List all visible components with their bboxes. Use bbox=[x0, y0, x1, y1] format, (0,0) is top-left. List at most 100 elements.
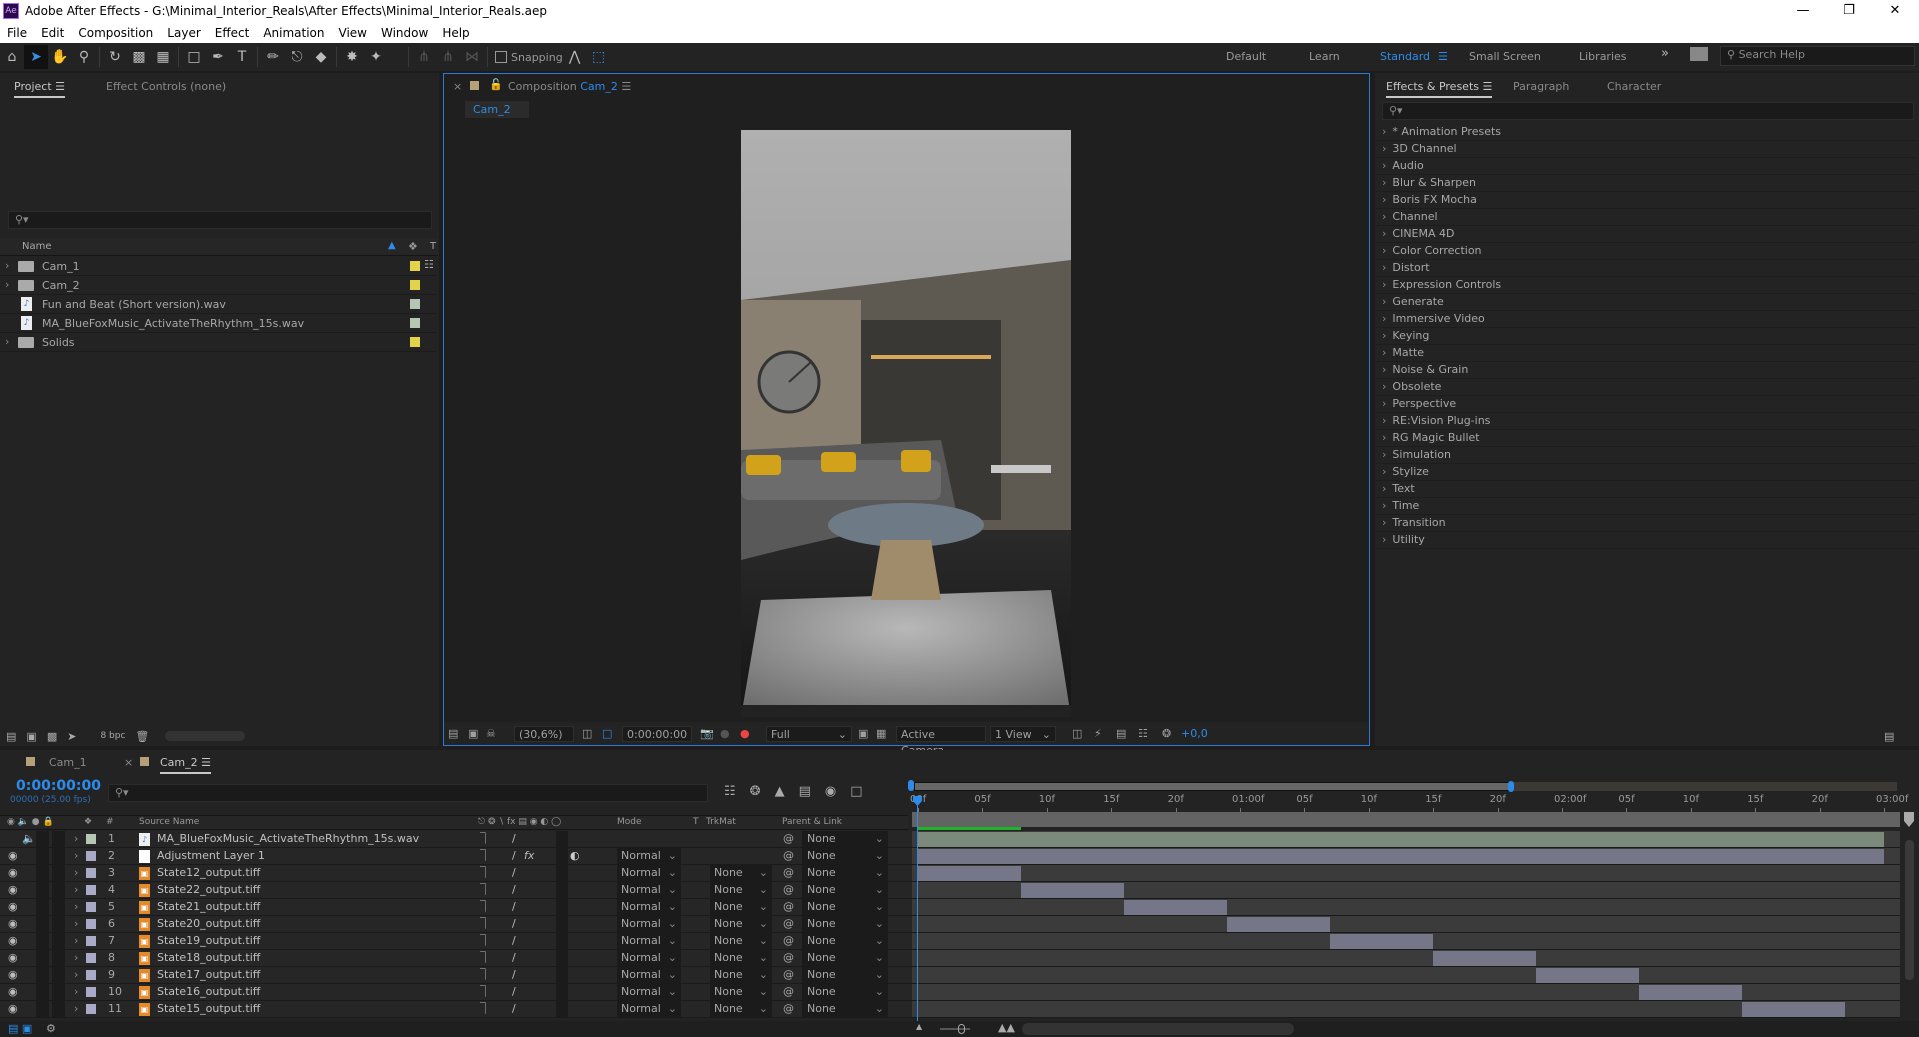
layer-name[interactable]: State17_output.tiff bbox=[157, 967, 260, 983]
pan-behind-tool-icon[interactable]: ▦ bbox=[151, 45, 175, 69]
reset-exposure-icon[interactable]: ❂ bbox=[1162, 726, 1171, 742]
layer-name[interactable]: State18_output.tiff bbox=[157, 950, 260, 966]
lock-toggle[interactable] bbox=[52, 950, 65, 966]
trkmat-dropdown[interactable]: None ⌄ bbox=[710, 882, 772, 898]
expand-chevron-icon[interactable]: › bbox=[1382, 482, 1386, 495]
tab-cam2[interactable]: Cam_2 ☰ bbox=[160, 756, 211, 774]
label-color[interactable] bbox=[410, 337, 420, 347]
expand-chevron-icon[interactable]: › bbox=[1382, 431, 1386, 444]
label-color[interactable] bbox=[410, 261, 420, 271]
restore-icon[interactable]: ❐ bbox=[1826, 0, 1872, 22]
quality-switch-icon[interactable]: / bbox=[512, 899, 516, 915]
selection-tool-icon[interactable]: ➤ bbox=[24, 45, 48, 69]
effect-category[interactable]: › Blur & Sharpen bbox=[1376, 175, 1916, 192]
lock-toggle[interactable] bbox=[52, 831, 65, 847]
new-composition-icon[interactable]: ▩ bbox=[47, 730, 57, 743]
menu-view[interactable]: View bbox=[332, 26, 374, 40]
expand-chevron-icon[interactable]: › bbox=[1382, 380, 1386, 393]
label-color[interactable] bbox=[86, 987, 96, 997]
tab-paragraph[interactable]: Paragraph bbox=[1513, 80, 1569, 93]
project-item[interactable]: ♪ Fun and Beat (Short version).wav bbox=[0, 295, 436, 314]
quality-switch-icon[interactable]: / bbox=[512, 865, 516, 881]
workspace-small-screen[interactable]: Small Screen bbox=[1469, 50, 1541, 63]
expand-chevron-icon[interactable]: › bbox=[1382, 142, 1386, 155]
camera-dropdown[interactable]: Active Camera⌄ bbox=[896, 726, 986, 757]
expand-chevron-icon[interactable]: › bbox=[1382, 465, 1386, 478]
rotate-tool-icon[interactable]: ↻ bbox=[103, 45, 127, 69]
layer-duration-bar[interactable] bbox=[1639, 985, 1743, 1000]
expand-chevron-icon[interactable]: › bbox=[1382, 363, 1386, 376]
menu-animation[interactable]: Animation bbox=[256, 26, 331, 40]
expand-chevron-icon[interactable]: › bbox=[1382, 176, 1386, 189]
motion-blur-switch[interactable] bbox=[556, 882, 568, 898]
zoom-in-icon[interactable]: ▲▲ bbox=[998, 1021, 1015, 1034]
parent-dropdown[interactable]: None ⌄ bbox=[802, 1001, 888, 1017]
layer-name[interactable]: State15_output.tiff bbox=[157, 1001, 260, 1017]
close-tab-icon[interactable]: × bbox=[124, 756, 133, 769]
menu-layer[interactable]: Layer bbox=[160, 26, 207, 40]
label-color[interactable] bbox=[86, 953, 96, 963]
label-color[interactable] bbox=[86, 970, 96, 980]
layer-name[interactable]: Adjustment Layer 1 bbox=[157, 848, 265, 864]
axis-local-icon[interactable]: ⋔ bbox=[412, 45, 436, 69]
expand-chevron-icon[interactable]: › bbox=[1382, 261, 1386, 274]
effects-search-input[interactable]: ⚲▾ bbox=[1382, 102, 1914, 120]
visibility-eye-icon[interactable]: ◉ bbox=[8, 848, 18, 864]
layer-duration-bar[interactable] bbox=[1536, 968, 1640, 983]
col-source-name[interactable]: Source Name bbox=[139, 817, 199, 827]
workspace-settings-icon[interactable] bbox=[1690, 47, 1708, 61]
shy-switch-icon[interactable]: ⏋ bbox=[480, 984, 491, 1000]
effect-category[interactable]: › Text bbox=[1376, 481, 1916, 498]
current-time-field[interactable]: 0:00:00:00 bbox=[622, 726, 692, 742]
parent-dropdown[interactable]: None ⌄ bbox=[802, 916, 888, 932]
effect-category[interactable]: › CINEMA 4D bbox=[1376, 226, 1916, 243]
clone-stamp-tool-icon[interactable]: ⎋ bbox=[285, 45, 309, 69]
effect-category[interactable]: › Boris FX Mocha bbox=[1376, 192, 1916, 209]
visibility-eye-icon[interactable]: ◉ bbox=[8, 984, 18, 1000]
expand-chevron-icon[interactable]: › bbox=[74, 1001, 78, 1017]
lock-toggle[interactable] bbox=[52, 848, 65, 864]
label-color[interactable] bbox=[86, 1004, 96, 1014]
view-layout-dropdown[interactable]: 1 View ⌄ bbox=[990, 726, 1056, 742]
effects-switch-icon[interactable]: fx bbox=[524, 848, 534, 864]
shy-switch-icon[interactable]: ⏋ bbox=[480, 967, 491, 983]
timeline-current-time[interactable]: 0:00:00:00 bbox=[16, 778, 101, 794]
type-tool-icon[interactable]: T bbox=[230, 45, 254, 69]
visibility-eye-icon[interactable]: ◉ bbox=[8, 950, 18, 966]
expand-chevron-icon[interactable]: › bbox=[1382, 533, 1386, 546]
lock-toggle[interactable] bbox=[52, 1001, 65, 1017]
composition-viewer[interactable] bbox=[741, 130, 1071, 717]
motion-blur-switch[interactable] bbox=[556, 848, 568, 864]
timeline-zoom-slider[interactable] bbox=[940, 1028, 970, 1030]
mask-visibility-icon[interactable]: ☠ bbox=[486, 726, 496, 742]
project-item[interactable]: › Solids bbox=[0, 333, 436, 352]
effect-category[interactable]: › Audio bbox=[1376, 158, 1916, 175]
layer-row[interactable]: ◉ › 9 ▣ State17_output.tiff ⏋ / Normal ⌄ None ⌄ @ No… bbox=[0, 967, 1900, 984]
layer-name[interactable]: State20_output.tiff bbox=[157, 916, 260, 932]
expand-chevron-icon[interactable]: › bbox=[5, 335, 9, 348]
solo-toggle[interactable] bbox=[36, 831, 49, 847]
search-help-input[interactable]: ⚲ Search Help bbox=[1720, 46, 1915, 66]
expand-chevron-icon[interactable]: › bbox=[1382, 516, 1386, 529]
effect-category[interactable]: › Color Correction bbox=[1376, 243, 1916, 260]
close-icon[interactable]: ✕ bbox=[1872, 0, 1918, 22]
workspace-menu-icon[interactable]: ☰ bbox=[1438, 50, 1448, 63]
lock-toggle[interactable] bbox=[52, 933, 65, 949]
pick-whip-icon[interactable]: @ bbox=[783, 984, 794, 1000]
lock-toggle[interactable] bbox=[52, 899, 65, 915]
zoom-slider-thumb[interactable] bbox=[958, 1024, 965, 1034]
layer-row[interactable]: ◉ › 5 ▣ State21_output.tiff ⏋ / Normal ⌄ None ⌄ @ No… bbox=[0, 899, 1900, 916]
expand-chevron-icon[interactable]: › bbox=[74, 882, 78, 898]
visibility-eye-icon[interactable]: ◉ bbox=[8, 1001, 18, 1017]
layer-name[interactable]: State22_output.tiff bbox=[157, 882, 260, 898]
layer-duration-bar[interactable] bbox=[918, 832, 1884, 847]
frame-blending-icon[interactable]: ▤ bbox=[799, 784, 811, 799]
label-color[interactable] bbox=[86, 936, 96, 946]
effect-category[interactable]: › Simulation bbox=[1376, 447, 1916, 464]
parent-dropdown[interactable]: None ⌄ bbox=[802, 933, 888, 949]
expand-chevron-icon[interactable]: › bbox=[1382, 227, 1386, 240]
label-color[interactable] bbox=[410, 318, 420, 328]
lock-toggle[interactable] bbox=[52, 882, 65, 898]
fast-draft-icon[interactable]: ⚡ bbox=[1094, 726, 1102, 742]
audio-toggle-icon[interactable]: 🔈 bbox=[22, 831, 36, 847]
